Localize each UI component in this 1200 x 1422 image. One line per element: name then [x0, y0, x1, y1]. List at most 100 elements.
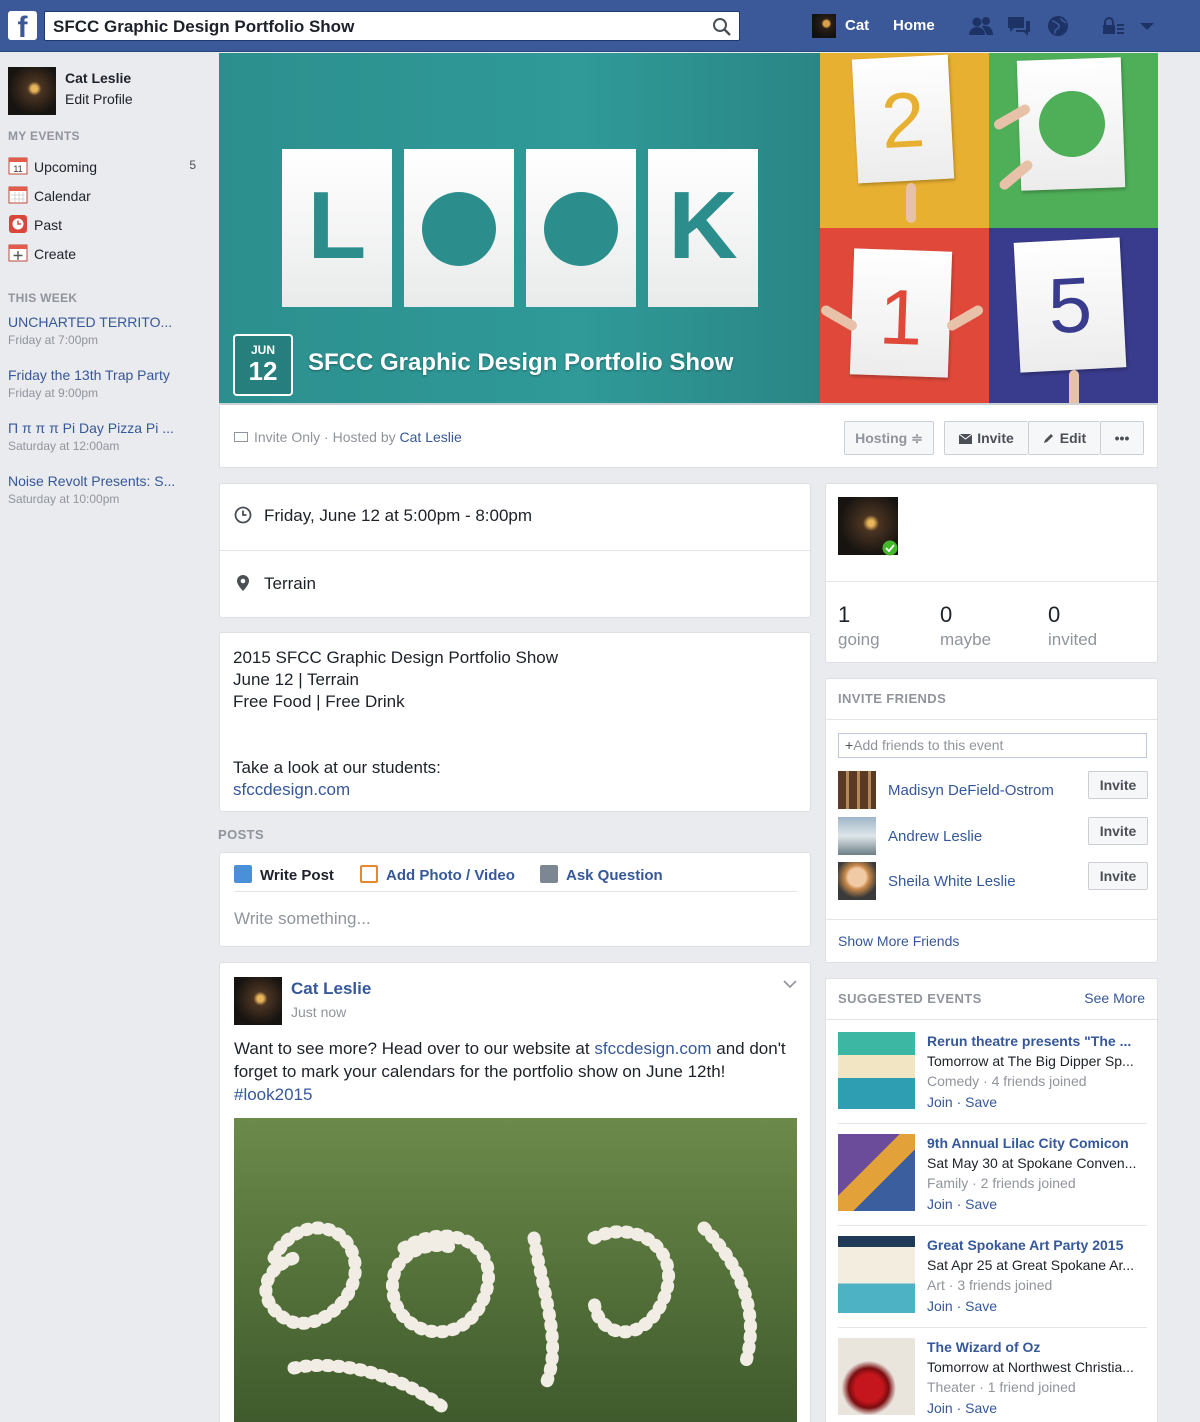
friend-requests-icon[interactable]	[968, 14, 994, 38]
post-text: Want to see more? Head over to our websi…	[234, 1037, 799, 1106]
suggested-event-title[interactable]: 9th Annual Lilac City Comicon	[927, 1135, 1147, 1151]
nav-profile-link[interactable]: Cat	[845, 17, 869, 34]
suggested-event: 9th Annual Lilac City Comicon Sat May 30…	[838, 1124, 1148, 1212]
event-location[interactable]: Terrain	[234, 574, 316, 594]
this-week-item[interactable]: UNCHARTED TERRITO... Friday at 7:00pm	[8, 314, 198, 347]
nav-avatar[interactable]	[812, 14, 836, 38]
invited-count[interactable]: 0	[1048, 602, 1060, 628]
invite-friend-button[interactable]: Invite	[1088, 771, 1148, 799]
sidebar-item-create[interactable]: Create	[8, 244, 198, 262]
suggested-event-title[interactable]: The Wizard of Oz	[927, 1339, 1147, 1355]
event-details-card: Friday, June 12 at 5:00pm - 8:00pm Terra…	[219, 483, 811, 618]
suggested-event-image[interactable]	[838, 1338, 915, 1415]
join-save-links[interactable]: Join · Save	[927, 1196, 997, 1212]
friend-avatar[interactable]	[838, 817, 876, 855]
cover-quad-yellow: 2	[820, 53, 989, 228]
suggested-event-title[interactable]: Great Spokane Art Party 2015	[927, 1237, 1147, 1253]
post-author-avatar[interactable]	[234, 977, 282, 1025]
event-cover-photo[interactable]: L K 2 1 5 JUN 12 SFCC Graphic Design Por…	[219, 53, 1158, 403]
cover-number-card: 2	[851, 54, 955, 184]
hosting-dropdown[interactable]: Hosting ≑	[844, 421, 934, 455]
description-line: Free Food | Free Drink	[233, 692, 405, 711]
post-composer-input[interactable]: Write something...	[234, 909, 371, 929]
this-week-title[interactable]: Friday the 13th Trap Party	[8, 367, 198, 383]
friend-avatar[interactable]	[838, 862, 876, 900]
event-datetime: Friday, June 12 at 5:00pm - 8:00pm	[234, 506, 532, 526]
post-link[interactable]: sfccdesign.com	[594, 1039, 711, 1058]
description-line: 2015 SFCC Graphic Design Portfolio Show	[233, 648, 559, 667]
this-week-time: Saturday at 10:00pm	[8, 492, 120, 506]
invited-label[interactable]: invited	[1048, 630, 1097, 650]
this-week-time: Friday at 9:00pm	[8, 386, 99, 400]
friend-avatar[interactable]	[838, 771, 876, 809]
post-timestamp[interactable]: Just now	[291, 1004, 346, 1020]
add-friends-input[interactable]: +Add friends to this event	[838, 733, 1147, 758]
privacy-shortcuts-icon[interactable]	[1100, 14, 1126, 38]
invite-button[interactable]: Invite	[944, 421, 1028, 455]
search-input[interactable]: SFCC Graphic Design Portfolio Show	[44, 11, 740, 41]
invite-friends-card: INVITE FRIENDS +Add friends to this even…	[825, 678, 1158, 963]
this-week-item[interactable]: Π π π π Pi Day Pizza Pi ... Saturday at …	[8, 420, 198, 453]
suggested-event-image[interactable]	[838, 1032, 915, 1109]
this-week-title[interactable]: Noise Revolt Presents: S...	[8, 473, 198, 489]
edit-profile-link[interactable]: Edit Profile	[65, 91, 133, 107]
join-save-links[interactable]: Join · Save	[927, 1298, 997, 1314]
cover-quad-blue: 5	[989, 228, 1158, 403]
envelope-icon	[234, 432, 248, 442]
search-icon[interactable]	[711, 16, 733, 38]
suggested-event-when: Sat Apr 25 at Great Spokane Ar...	[927, 1257, 1135, 1273]
edit-button[interactable]: Edit	[1028, 421, 1100, 455]
post-hashtag[interactable]: #look2015	[234, 1085, 312, 1104]
invite-friend-button[interactable]: Invite	[1088, 817, 1148, 845]
profile-name[interactable]: Cat Leslie	[65, 70, 131, 86]
suggested-event-image[interactable]	[838, 1236, 915, 1313]
event-description-card: 2015 SFCC Graphic Design Portfolio Show …	[219, 632, 811, 812]
maybe-count[interactable]: 0	[940, 602, 952, 628]
description-link[interactable]: sfccdesign.com	[233, 779, 797, 801]
suggested-event-title[interactable]: Rerun theatre presents "The ...	[927, 1033, 1147, 1049]
tab-ask-question[interactable]: Ask Question	[540, 865, 663, 884]
going-label[interactable]: going	[838, 630, 880, 650]
suggested-event: The Wizard of Oz Tomorrow at Northwest C…	[838, 1328, 1148, 1416]
privacy-text: Invite Only · Hosted by	[254, 429, 400, 445]
datetime-text: Friday, June 12 at 5:00pm - 8:00pm	[264, 506, 533, 525]
sidebar-item-upcoming[interactable]: 11 Upcoming 5	[8, 157, 198, 175]
friend-name[interactable]: Andrew Leslie	[888, 828, 982, 845]
post-photo[interactable]	[234, 1118, 797, 1422]
nav-home-link[interactable]: Home	[893, 17, 935, 34]
show-more-friends-link[interactable]: Show More Friends	[838, 933, 959, 949]
host-link[interactable]: Cat Leslie	[400, 429, 462, 445]
notifications-globe-icon[interactable]	[1045, 14, 1071, 38]
join-save-links[interactable]: Join · Save	[927, 1400, 997, 1416]
chevron-down-icon[interactable]	[783, 979, 797, 989]
join-save-links[interactable]: Join · Save	[927, 1094, 997, 1110]
profile-avatar[interactable]	[8, 67, 56, 115]
cover-number-card: 1	[849, 248, 953, 378]
friend-name[interactable]: Sheila White Leslie	[888, 873, 1016, 890]
this-week-item[interactable]: Friday the 13th Trap Party Friday at 9:0…	[8, 367, 198, 400]
friend-name[interactable]: Madisyn DeField-Ostrom	[888, 782, 1054, 799]
calendar-grid-icon	[8, 186, 28, 204]
account-menu-chevron-icon[interactable]	[1134, 14, 1160, 38]
this-week-item[interactable]: Noise Revolt Presents: S... Saturday at …	[8, 473, 198, 506]
facebook-logo[interactable]: f	[8, 11, 37, 40]
going-count[interactable]: 1	[838, 602, 850, 628]
this-week-title[interactable]: UNCHARTED TERRITO...	[8, 314, 198, 330]
friend-row: Madisyn DeField-Ostrom Invite	[838, 771, 1148, 811]
this-week-title[interactable]: Π π π π Pi Day Pizza Pi ...	[8, 420, 198, 436]
suggested-events-card: SUGGESTED EVENTS See More Rerun theatre …	[825, 978, 1158, 1422]
messages-icon[interactable]	[1006, 14, 1032, 38]
sidebar-item-past[interactable]: Past	[8, 215, 198, 233]
invite-friend-button[interactable]: Invite	[1088, 862, 1148, 890]
see-more-link[interactable]: See More	[1084, 990, 1145, 1006]
post-author-name[interactable]: Cat Leslie	[291, 979, 371, 999]
suggested-event-image[interactable]	[838, 1134, 915, 1211]
clock-icon	[9, 215, 27, 233]
cover-letter-card	[526, 149, 636, 307]
more-options-button[interactable]: •••	[1100, 421, 1144, 455]
maybe-label[interactable]: maybe	[940, 630, 991, 650]
tab-write-post[interactable]: Write Post	[234, 865, 334, 884]
event-date-day: 12	[248, 356, 278, 386]
sidebar-item-calendar[interactable]: Calendar	[8, 186, 198, 204]
tab-add-photo-video[interactable]: Add Photo / Video	[360, 865, 515, 884]
